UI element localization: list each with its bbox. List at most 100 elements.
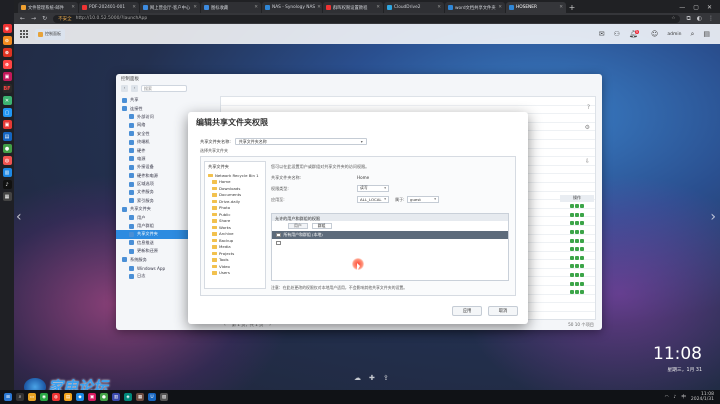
search-icon[interactable]: ⌕ — [690, 30, 694, 39]
next-desktop-arrow[interactable]: › — [710, 209, 716, 225]
tab-close-icon[interactable]: ✕ — [437, 5, 441, 10]
cloud-icon[interactable]: ☁ — [354, 374, 361, 382]
maximize-icon[interactable]: ▢ — [693, 4, 699, 11]
browser-tab[interactable]: CloudDrive2 ✕ — [384, 2, 444, 13]
tab-close-icon[interactable]: ✕ — [317, 5, 321, 10]
sidebar-app-icon[interactable]: ⊙ — [2, 36, 12, 45]
forward-button[interactable]: › — [131, 84, 138, 92]
cancel-button[interactable]: 取消 — [488, 306, 518, 316]
browser-tab[interactable]: PDF-202401-001 ✕ — [79, 2, 139, 13]
forward-icon[interactable]: → — [31, 15, 36, 22]
sidebar-app-icon[interactable]: ▥ — [2, 168, 12, 177]
taskbar-app-icon[interactable]: ▣ — [88, 393, 96, 401]
browser-tab[interactable]: NAS - Synology NAS ✕ — [262, 2, 322, 13]
taskbar-app-icon[interactable]: ▤ — [64, 393, 72, 401]
browser-tab[interactable]: 文件管理系统-邮件 ✕ — [18, 2, 78, 13]
taskbar-app-icon[interactable]: ● — [100, 393, 108, 401]
browser-tab[interactable]: word文档共享文件夹 ✕ — [445, 2, 505, 13]
permission-cell[interactable] — [560, 211, 594, 220]
sidebar-app-icon[interactable]: ▣ — [2, 72, 12, 81]
sidebar-app-icon[interactable]: ◉ — [2, 24, 12, 33]
new-tab-button[interactable]: + — [567, 2, 577, 13]
taskbar-app-icon[interactable]: ◆ — [76, 393, 84, 401]
user-icon[interactable]: ☺ — [651, 30, 658, 38]
input-method-icon[interactable]: 中 — [681, 394, 686, 400]
tools-icon[interactable]: ✚ — [369, 374, 375, 382]
sidebar-app-icon[interactable]: ⊕ — [2, 60, 12, 69]
tab-groups[interactable]: 群组 — [311, 222, 332, 230]
browser-tab[interactable]: 图标收藏 ✕ — [201, 2, 261, 13]
taskbar-app-icon[interactable]: ▥ — [112, 393, 120, 401]
sidebar-app-icon[interactable]: ▣ — [2, 120, 12, 129]
menu-icon[interactable]: ⋮ — [708, 15, 714, 22]
taskbar-search-icon[interactable]: ⌕ — [16, 393, 24, 401]
row-checkbox[interactable] — [276, 240, 281, 246]
permission-cell[interactable] — [560, 288, 594, 297]
taskbar-app-icon[interactable]: ◍ — [52, 393, 60, 401]
sidebar-app-icon[interactable]: ⊗ — [2, 48, 12, 57]
prev-desktop-arrow[interactable]: ‹ — [16, 209, 22, 225]
browser-tab[interactable]: 群晖权限设置教程 ✕ — [323, 2, 383, 13]
close-icon[interactable]: ✕ — [707, 4, 712, 11]
perm-type-select[interactable]: 读写 ▾ — [357, 185, 389, 192]
wifi-icon[interactable]: ◠ — [665, 395, 669, 400]
url-input[interactable]: 不安全 http://10.0.52.5000/?launchApp ☆ — [53, 14, 681, 23]
insecure-indicator[interactable]: 不安全 — [58, 16, 72, 22]
permission-cell[interactable] — [560, 219, 594, 228]
scroll-up-icon[interactable]: ⇩ — [585, 158, 590, 165]
user-group-icon[interactable]: ⚇ — [614, 30, 620, 38]
volume-icon[interactable]: ♪ — [674, 395, 677, 400]
sidebar-app-icon[interactable]: ▦ — [2, 192, 12, 201]
control-panel-taskbar-tab[interactable]: 控制面板 — [35, 28, 65, 40]
permission-cell[interactable] — [560, 228, 594, 237]
search-input[interactable]: 搜索 — [141, 84, 187, 92]
tray-clock[interactable]: 11:08 2024/1/31 — [691, 392, 714, 402]
file-explorer-icon[interactable]: ▭ — [28, 393, 36, 401]
sidebar-app-icon[interactable]: BF — [2, 84, 12, 93]
tab-close-icon[interactable]: ✕ — [254, 5, 258, 10]
folder-tree-item[interactable]: Users — [208, 270, 262, 277]
permission-cell[interactable] — [560, 236, 594, 245]
user-name[interactable]: admin — [667, 32, 681, 37]
browser-tab[interactable]: 网上营业厅-客户中心 ✕ — [140, 2, 200, 13]
tab-close-icon[interactable]: ✕ — [376, 5, 380, 10]
chrome-icon[interactable]: ◉ — [40, 393, 48, 401]
permission-row[interactable]: 所有用户和群组 (本地) — [272, 231, 508, 239]
tab-close-icon[interactable]: ✕ — [193, 5, 197, 10]
page-size[interactable]: 50 — [568, 322, 573, 327]
settings-icon[interactable]: ⚙ — [585, 124, 590, 131]
permission-row[interactable] — [272, 239, 508, 247]
apply-button[interactable]: 应用 — [452, 306, 482, 316]
sidebar-app-icon[interactable]: ▤ — [2, 132, 12, 141]
start-icon[interactable]: ⊞ — [4, 393, 12, 401]
shared-folder-select[interactable]: 共享文件夹名称 ▾ — [234, 138, 367, 145]
taskbar-app-icon[interactable]: ▧ — [160, 393, 168, 401]
main-menu-icon[interactable] — [20, 29, 29, 39]
apply-select[interactable]: ALL_LOCAL ▾ — [357, 196, 389, 203]
profile-icon[interactable]: ◐ — [697, 15, 702, 22]
permission-cell[interactable] — [560, 254, 594, 263]
chat-icon[interactable]: ✉ — [599, 30, 605, 38]
help-icon[interactable]: ? — [587, 104, 590, 111]
tab-users[interactable]: 用户 — [288, 222, 308, 230]
sidebar-app-icon[interactable]: ◍ — [2, 156, 12, 165]
tab-close-icon[interactable]: ✕ — [559, 5, 563, 10]
reload-icon[interactable]: ↻ — [42, 15, 47, 22]
permission-cell[interactable] — [560, 271, 594, 280]
table-row[interactable] — [221, 97, 595, 106]
permission-cell[interactable] — [560, 202, 594, 211]
permission-cell[interactable] — [560, 262, 594, 271]
taskbar-app-icon[interactable]: ◈ — [124, 393, 132, 401]
taskbar-app-icon[interactable]: ▦ — [136, 393, 144, 401]
row-checkbox[interactable] — [276, 232, 281, 238]
tab-close-icon[interactable]: ✕ — [71, 5, 75, 10]
permission-cell[interactable] — [560, 279, 594, 288]
browser-tab[interactable]: HOSENER ✕ — [506, 2, 566, 13]
folder-tree-item[interactable]: Network Recycle Bin 1 — [208, 172, 262, 179]
back-icon[interactable]: ← — [20, 15, 25, 22]
sidebar-app-icon[interactable]: ✕ — [2, 96, 12, 105]
tab-close-icon[interactable]: ✕ — [498, 5, 502, 10]
permission-cell[interactable] — [560, 245, 594, 254]
sidebar-app-icon[interactable]: ● — [2, 144, 12, 153]
minimize-icon[interactable]: — — [679, 4, 685, 11]
